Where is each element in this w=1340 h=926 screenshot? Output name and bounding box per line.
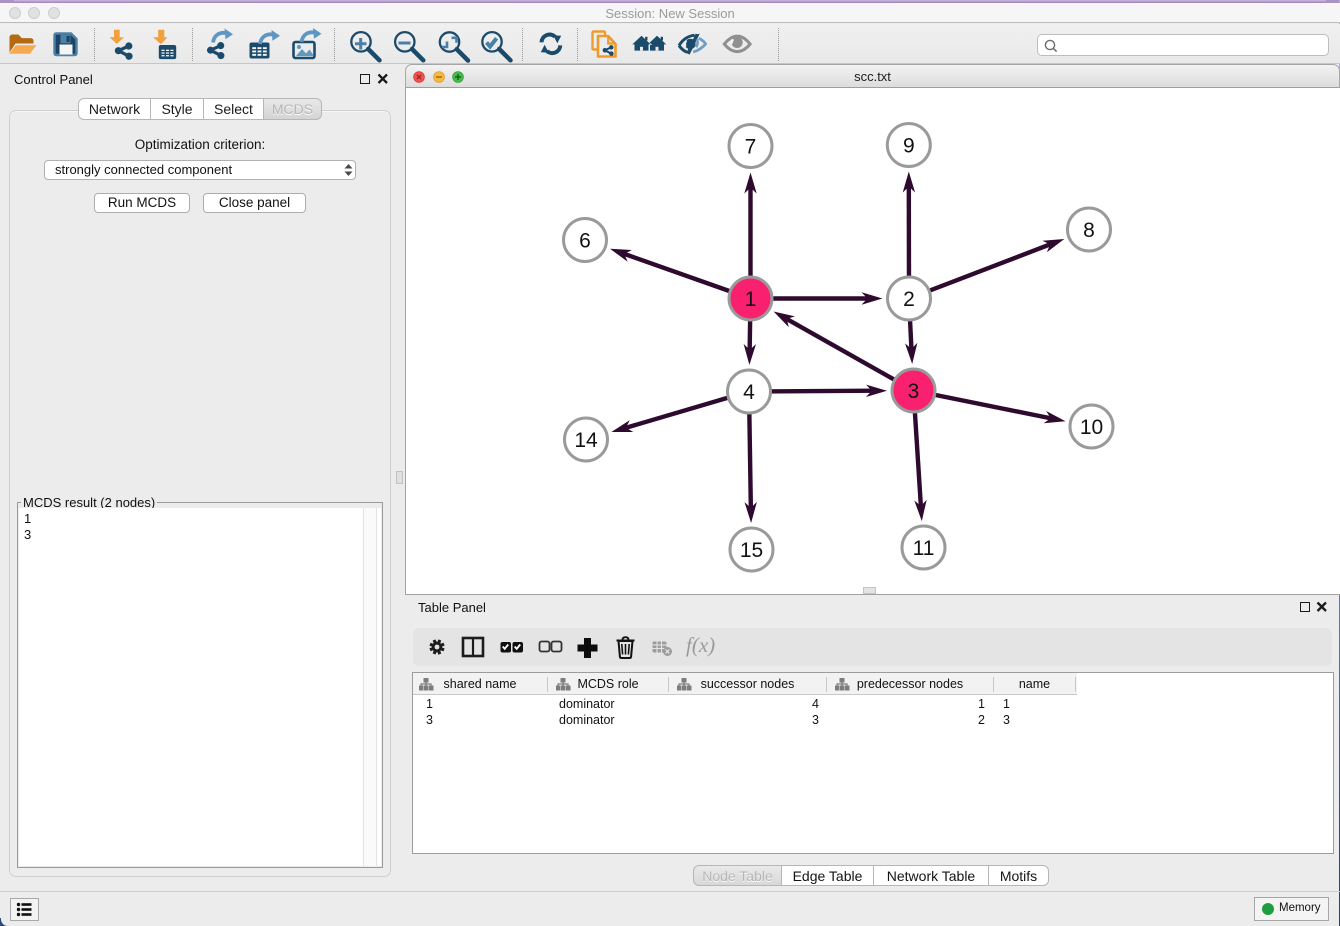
svg-text:8: 8 xyxy=(1083,219,1095,242)
svg-text:3: 3 xyxy=(908,380,920,403)
svg-text:9: 9 xyxy=(903,135,915,158)
svg-text:11: 11 xyxy=(913,537,935,560)
svg-text:2: 2 xyxy=(903,288,915,311)
svg-text:10: 10 xyxy=(1080,416,1103,439)
